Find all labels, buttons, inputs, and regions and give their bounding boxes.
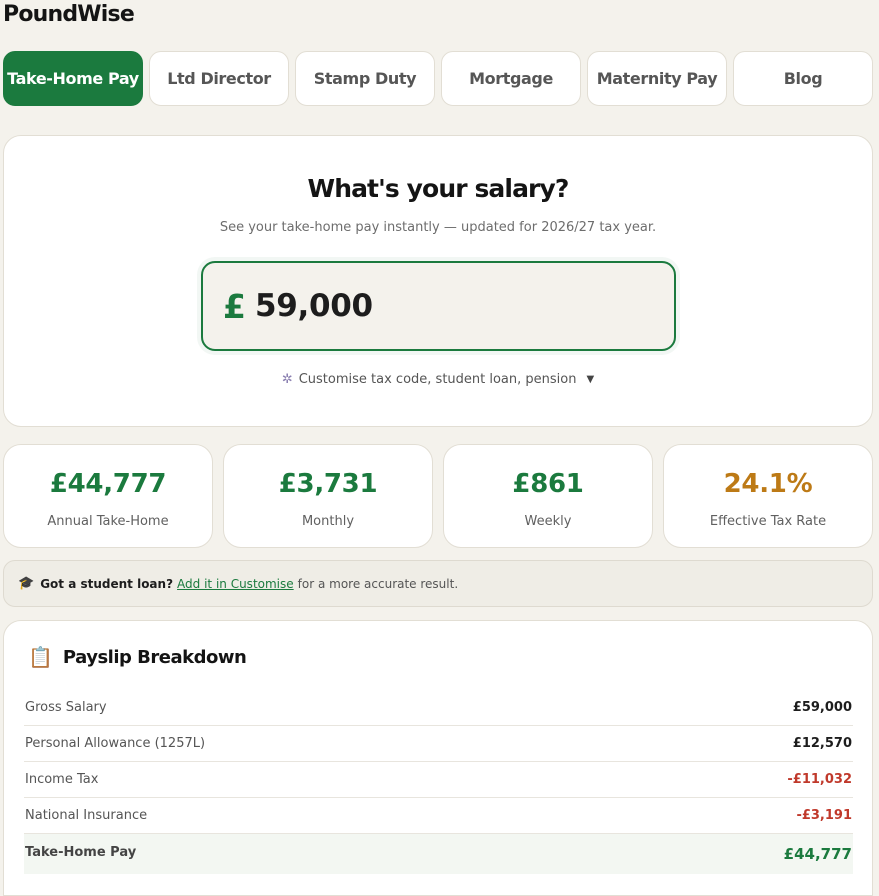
table-row: Income Tax -£11,032: [24, 762, 853, 798]
row-value: £12,570: [792, 736, 852, 751]
clipboard-icon: 📋: [28, 645, 53, 669]
stat-annual: £44,777 Annual Take-Home: [3, 444, 213, 548]
brand-logo[interactable]: PoundWise: [3, 2, 135, 27]
calculator-tabs: Take-Home Pay Ltd Director Stamp Duty Mo…: [3, 51, 873, 106]
stat-value: £3,731: [278, 469, 378, 499]
student-loan-notice: 🎓 Got a student loan? Add it in Customis…: [3, 560, 873, 607]
tab-maternity-pay[interactable]: Maternity Pay: [587, 51, 727, 106]
stat-value: 24.1%: [723, 469, 813, 499]
tab-stamp-duty[interactable]: Stamp Duty: [295, 51, 435, 106]
chevron-down-icon: ▼: [586, 374, 595, 385]
tab-mortgage[interactable]: Mortgage: [441, 51, 581, 106]
table-row: Personal Allowance (1257L) £12,570: [24, 726, 853, 762]
notice-text: for a more accurate result.: [297, 576, 459, 591]
pound-sign: £: [223, 286, 246, 326]
payslip-header: 📋 Payslip Breakdown: [28, 645, 247, 669]
stat-label: Monthly: [301, 514, 355, 529]
gear-icon: ✲: [281, 372, 293, 387]
stat-label: Weekly: [524, 514, 572, 529]
row-label: Take-Home Pay: [25, 844, 137, 860]
tab-take-home-pay[interactable]: Take-Home Pay: [3, 51, 143, 106]
customise-label: Customise tax code, student loan, pensio…: [298, 372, 577, 387]
stat-label: Effective Tax Rate: [709, 514, 827, 529]
payslip-title: Payslip Breakdown: [62, 646, 247, 668]
table-row-total: Take-Home Pay £44,777: [24, 834, 853, 874]
row-value: -£3,191: [796, 808, 852, 823]
row-label: National Insurance: [25, 808, 148, 823]
add-in-customise-link[interactable]: Add it in Customise: [177, 577, 294, 591]
graduation-cap-icon: 🎓: [18, 576, 35, 591]
row-label: Gross Salary: [25, 700, 107, 715]
stat-value: £861: [512, 469, 584, 499]
row-value: £59,000: [792, 700, 852, 715]
stat-value: £44,777: [49, 469, 167, 499]
row-value: £44,777: [783, 845, 852, 863]
stat-monthly: £3,731 Monthly: [223, 444, 433, 548]
tab-blog[interactable]: Blog: [733, 51, 873, 106]
stat-effective-rate: 24.1% Effective Tax Rate: [663, 444, 873, 548]
tab-ltd-director[interactable]: Ltd Director: [149, 51, 289, 106]
payslip-card: 📋 Payslip Breakdown Gross Salary £59,000…: [3, 620, 873, 896]
salary-input[interactable]: [254, 288, 635, 324]
customise-toggle[interactable]: ✲ Customise tax code, student loan, pens…: [4, 372, 872, 387]
stat-weekly: £861 Weekly: [443, 444, 653, 548]
page-title: What's your salary?: [307, 174, 570, 203]
page-subtitle: See your take-home pay instantly — updat…: [219, 220, 657, 235]
row-label: Personal Allowance (1257L): [25, 736, 206, 751]
stat-label: Annual Take-Home: [47, 514, 169, 529]
table-row: National Insurance -£3,191: [24, 798, 853, 834]
salary-field[interactable]: £: [201, 261, 676, 351]
row-value: -£11,032: [787, 772, 852, 787]
salary-card: What's your salary? See your take-home p…: [3, 135, 873, 427]
row-label: Income Tax: [25, 772, 99, 787]
table-row: Gross Salary £59,000: [24, 690, 853, 726]
payslip-table: Gross Salary £59,000 Personal Allowance …: [24, 690, 853, 874]
notice-heading: Got a student loan?: [40, 576, 174, 591]
